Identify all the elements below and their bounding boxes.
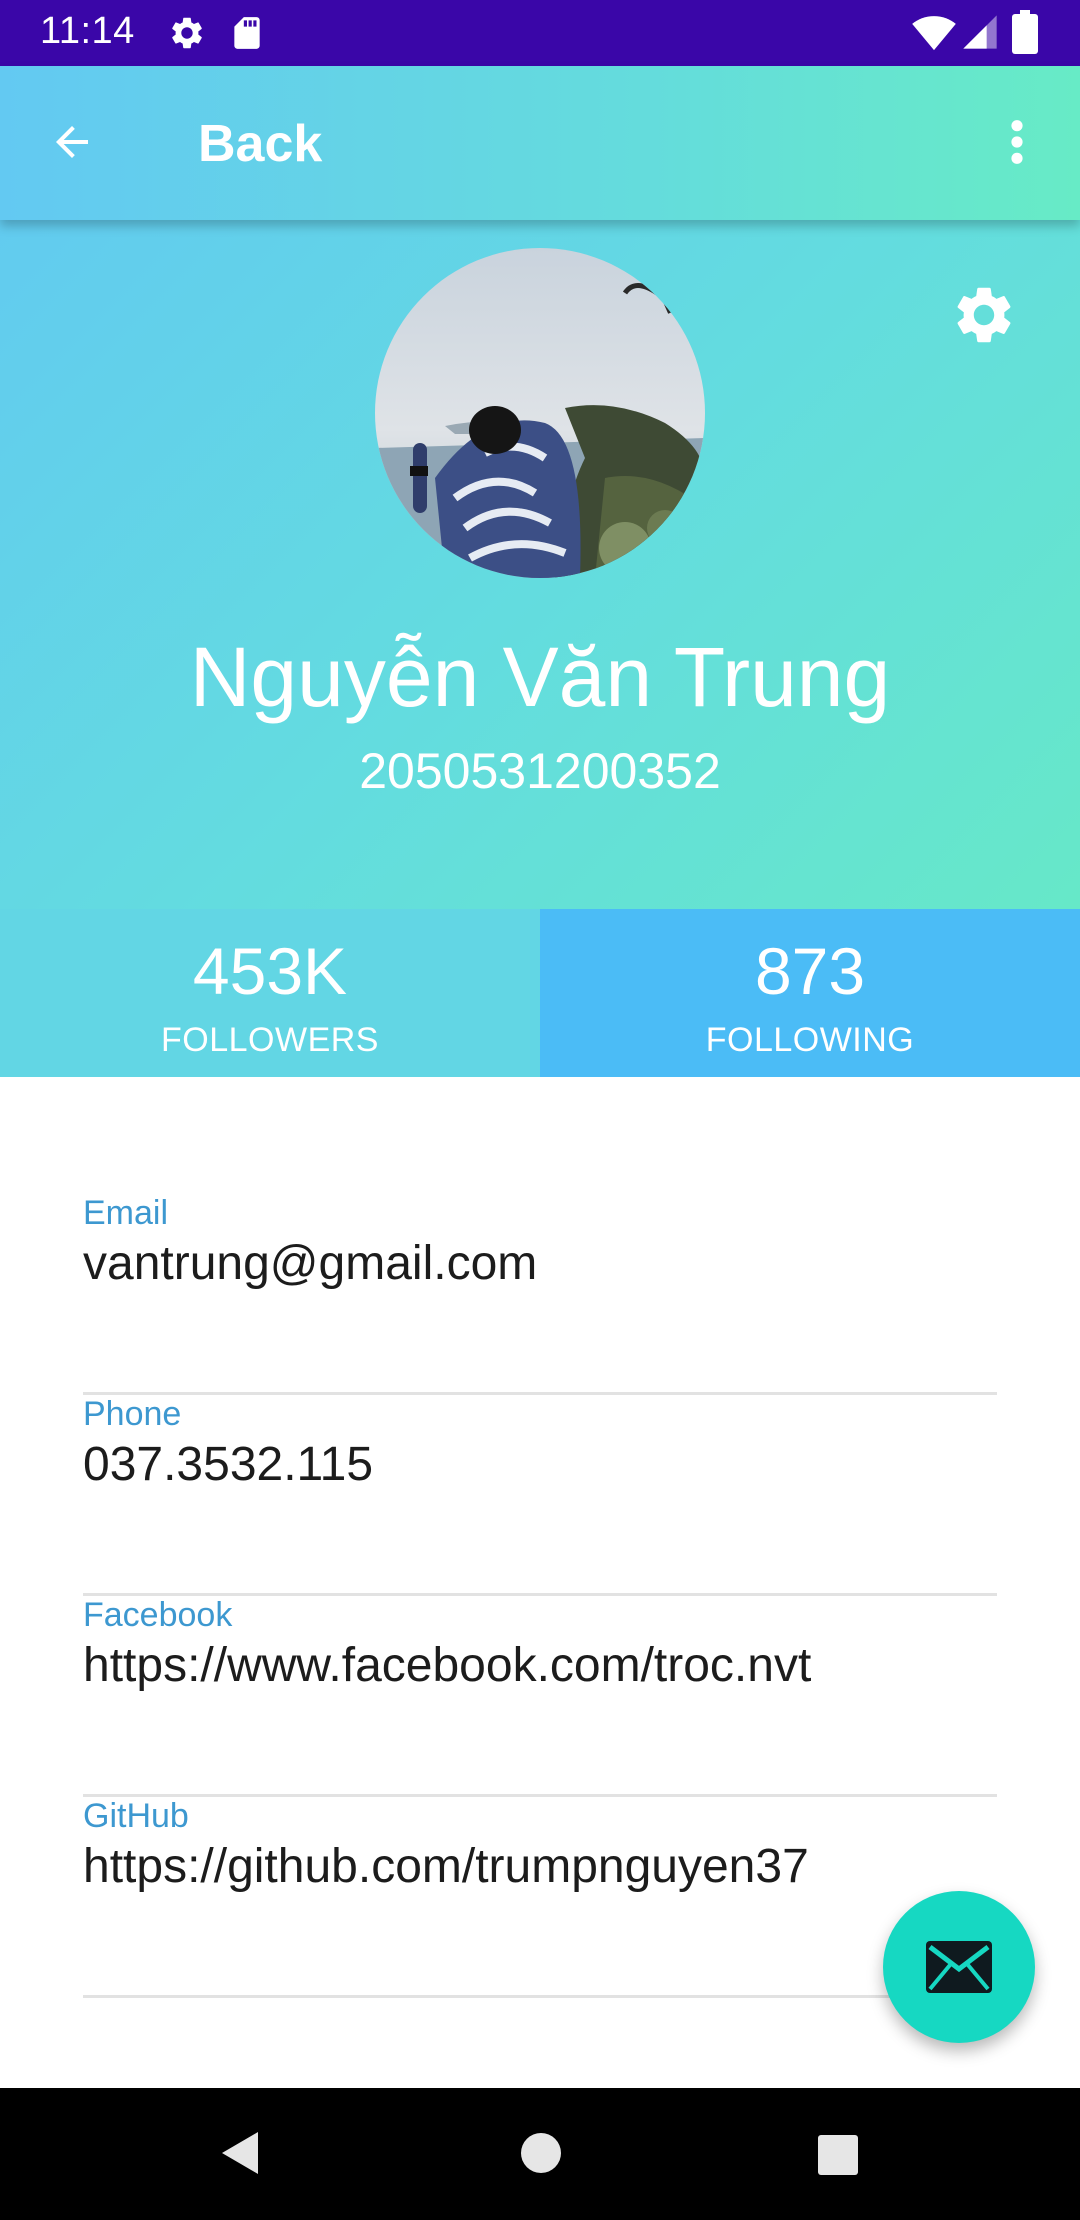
toolbar: Back (0, 66, 1080, 220)
toolbar-title[interactable]: Back (198, 114, 322, 174)
followers-label: FOLLOWERS (161, 1021, 379, 1059)
battery-icon (1012, 10, 1038, 59)
navigation-bar (0, 2088, 1080, 2220)
profile-header: Back Nguyễn Văn Trung 2050531200352 (0, 66, 1080, 909)
email-value[interactable]: vantrung@gmail.com (83, 1236, 537, 1291)
avatar[interactable] (375, 248, 705, 578)
nav-back-icon[interactable] (218, 2128, 262, 2183)
settings-icon (168, 14, 206, 57)
following-count: 873 (754, 934, 866, 1008)
phone-value[interactable]: 037.3532.115 (83, 1437, 373, 1492)
nav-home-icon[interactable] (520, 2132, 562, 2179)
following-label: FOLLOWING (705, 1021, 915, 1059)
following-stat[interactable]: 873 FOLLOWING (540, 909, 1080, 1077)
phone-label: Phone (83, 1395, 182, 1433)
facebook-value[interactable]: https://www.facebook.com/troc.nvt (83, 1638, 811, 1693)
profile-id: 2050531200352 (359, 743, 721, 799)
profile-name: Nguyễn Văn Trung (189, 630, 891, 724)
nav-recents-icon[interactable] (817, 2134, 859, 2181)
more-vert-icon[interactable] (1002, 114, 1032, 175)
mail-icon (926, 1941, 992, 1993)
gear-icon[interactable] (950, 281, 1018, 354)
github-item[interactable]: GitHub https://github.com/trumpnguyen37 (83, 1797, 997, 1998)
facebook-item[interactable]: Facebook https://www.facebook.com/troc.n… (83, 1596, 997, 1797)
facebook-label: Facebook (83, 1596, 233, 1634)
status-bar: 11:14 (0, 0, 1080, 66)
github-value[interactable]: https://github.com/trumpnguyen37 (83, 1839, 809, 1894)
sd-card-icon (228, 14, 266, 57)
email-label: Email (83, 1194, 169, 1232)
email-item[interactable]: Email vantrung@gmail.com (83, 1194, 997, 1395)
github-label: GitHub (83, 1797, 189, 1835)
arrow-back-icon[interactable] (48, 118, 96, 171)
send-mail-button[interactable] (883, 1891, 1035, 2043)
status-time: 11:14 (40, 10, 135, 52)
followers-count: 453K (192, 934, 348, 1008)
signal-icon (960, 12, 1000, 57)
followers-stat[interactable]: 453K FOLLOWERS (0, 909, 540, 1077)
phone-item[interactable]: Phone 037.3532.115 (83, 1395, 997, 1596)
wifi-icon (912, 12, 956, 57)
